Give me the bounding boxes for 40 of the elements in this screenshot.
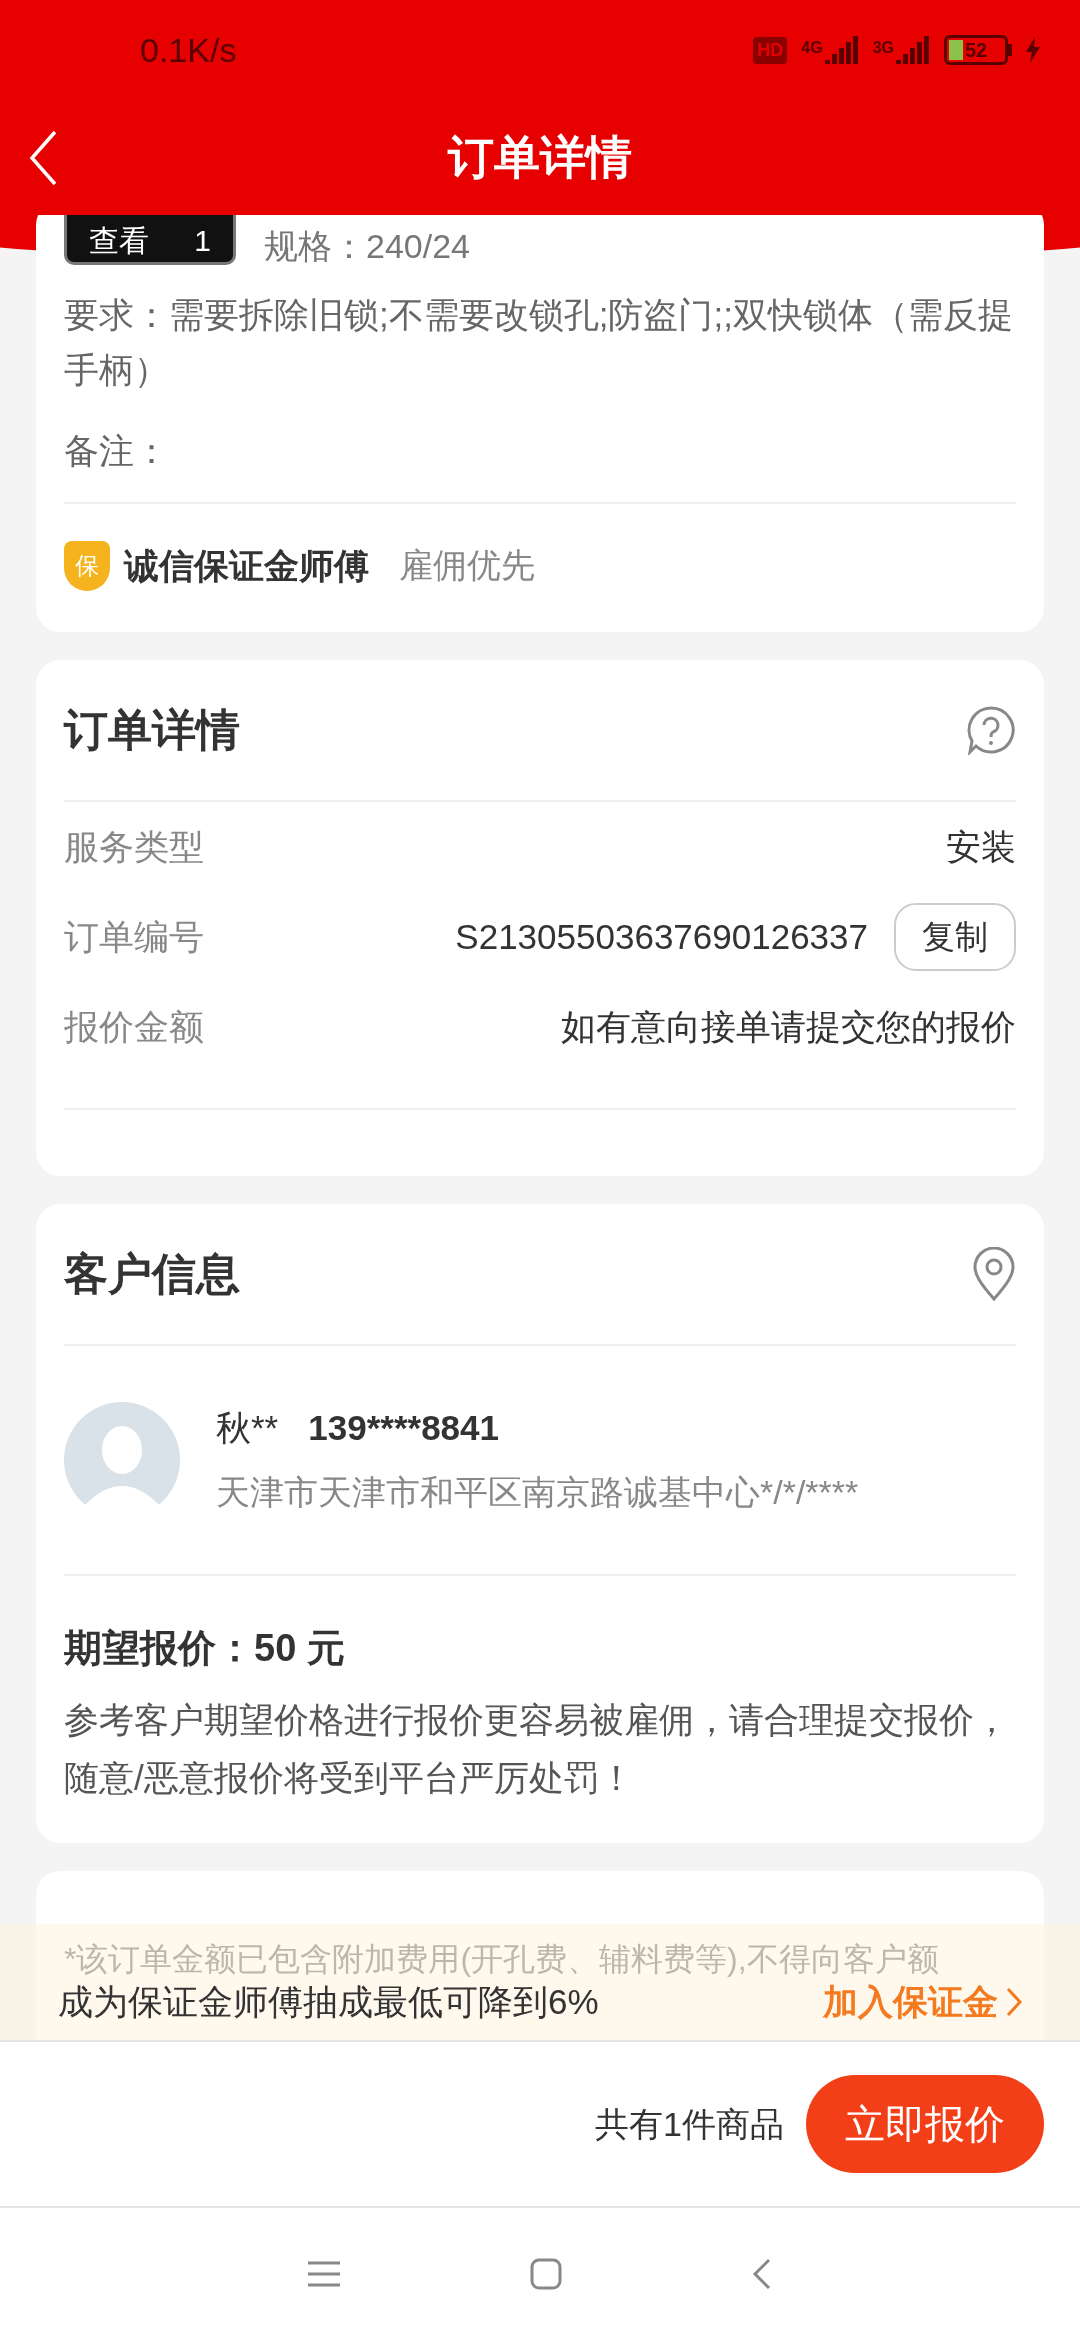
image-count: 1	[194, 226, 211, 256]
copy-button[interactable]: 复制	[894, 903, 1016, 971]
customer-name: 秋**	[216, 1407, 279, 1450]
field-value: 如有意向接单请提交您的报价	[561, 1005, 1016, 1048]
guarantee-note: 雇佣优先	[399, 545, 535, 587]
chevron-icon	[1006, 1986, 1022, 2017]
menu-icon[interactable]	[308, 2261, 340, 2287]
guarantee-title: 诚信保证金师傅	[124, 544, 369, 587]
charging-icon	[1026, 37, 1040, 63]
help-icon[interactable]	[966, 705, 1016, 755]
field-label: 订单编号	[64, 915, 204, 958]
network-type: 4G	[801, 38, 823, 58]
remark-text: 备注：	[64, 430, 170, 472]
back-icon[interactable]	[752, 2258, 772, 2290]
field-label: 服务类型	[64, 825, 204, 868]
home-icon[interactable]	[530, 2258, 562, 2290]
field-label: 报价金额	[64, 1005, 204, 1048]
section-title: 订单详情	[64, 704, 240, 756]
shield-icon: 保	[64, 540, 110, 591]
expected-price: 期望报价：50 元	[64, 1626, 346, 1671]
quote-button[interactable]: 立即报价	[806, 2075, 1044, 2173]
signal-icon	[824, 36, 859, 64]
page-title: 订单详情	[448, 130, 632, 185]
section-title: 客户信息	[64, 1248, 240, 1300]
promo-text: 成为保证金师傅抽成最低可降到6%	[58, 1980, 599, 2023]
signal-icon	[896, 36, 930, 64]
view-label: 查看	[89, 226, 149, 256]
network-speed: 0.1K/s	[140, 29, 237, 71]
field-value: S21305503637690126337	[455, 915, 868, 958]
spec-text: 规格：240/24	[264, 229, 470, 263]
product-thumbnail[interactable]: 查看 1	[64, 215, 236, 265]
location-icon[interactable]	[972, 1247, 1016, 1301]
price-notice: 参考客户期望价格进行报价更容易被雇佣，请合理提交报价，随意/恶意报价将受到平台严厉处罚！	[64, 1699, 1010, 1799]
hd-icon: HD	[753, 36, 788, 64]
item-count: 共有1件商品	[595, 2103, 784, 2145]
field-value: 安装	[946, 825, 1016, 868]
customer-address: 天津市天津市和平区南京路诚基中心*/*/****	[216, 1471, 859, 1513]
network-type: 3G	[872, 38, 894, 58]
requirements-text: 要求：需要拆除旧锁;不需要改锁孔;防盗门;;双快锁体（需反提手柄）	[64, 294, 1014, 391]
customer-phone: 139****8841	[308, 1407, 499, 1450]
